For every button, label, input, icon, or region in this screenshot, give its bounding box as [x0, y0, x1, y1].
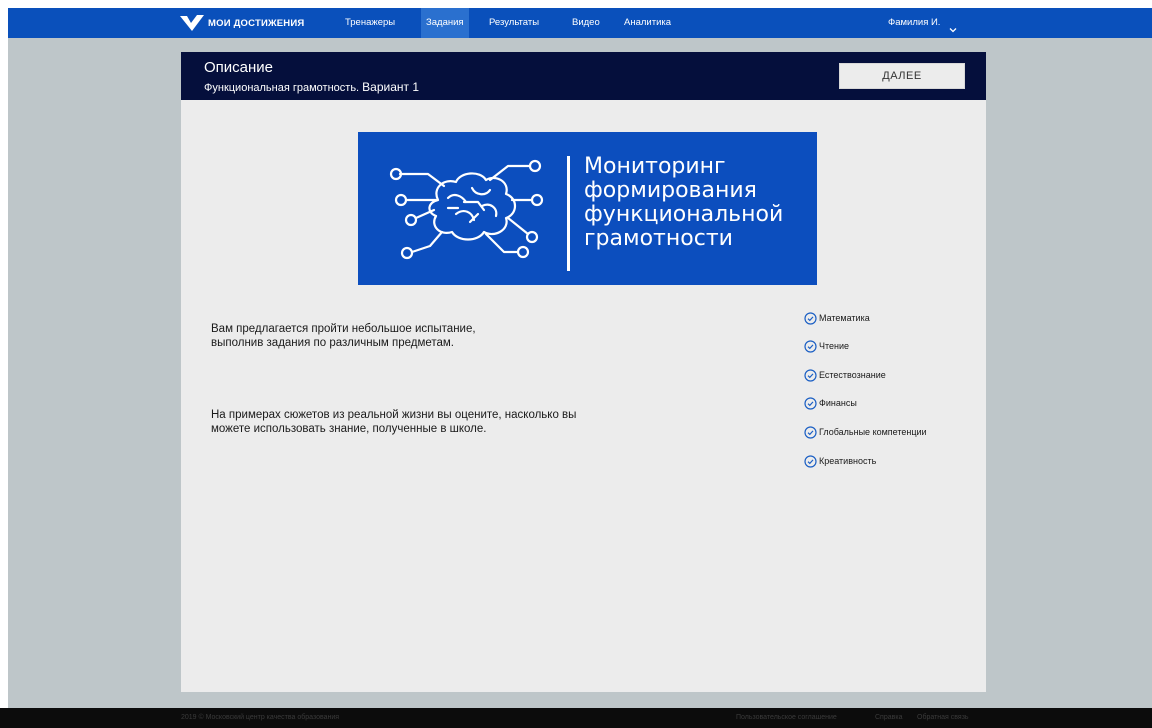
banner-divider [567, 156, 570, 271]
details-paragraph: На примерах сюжетов из реальной жизни вы… [211, 409, 577, 435]
subject-item: Чтение [804, 339, 849, 353]
logo-text: МОИ ДОСТИЖЕНИЯ [208, 17, 305, 29]
footer-link-help[interactable]: Справка [875, 708, 902, 728]
subject-label: Креативность [819, 456, 877, 466]
subject-item: Глобальные компетенции [804, 425, 927, 439]
check-circle-icon [804, 396, 817, 410]
monitoring-banner: Мониторинг формирования функциональной г… [358, 132, 817, 285]
panel-header: Описание Функциональная грамотность. Вар… [181, 52, 986, 100]
banner-line: формирования [584, 178, 757, 203]
nav-link-video[interactable]: Видео [567, 8, 605, 38]
banner-line: функциональной [584, 202, 784, 227]
page-title: Описание [204, 59, 274, 76]
top-navigation: МОИ ДОСТИЖЕНИЯ Тренажеры Задания Результ… [8, 8, 1152, 38]
subject-item: Финансы [804, 396, 857, 410]
check-circle-icon [804, 425, 817, 439]
check-circle-icon [804, 368, 817, 382]
nav-link-analytics[interactable]: Аналитика [619, 8, 676, 38]
subject-label: Чтение [819, 341, 850, 351]
footer-link-feedback[interactable]: Обратная связь [917, 708, 969, 728]
check-circle-icon [804, 454, 817, 468]
nav-link-trainers[interactable]: Тренажеры [340, 8, 400, 38]
page-subtitle: Функциональная грамотность. Вариант 1 [204, 80, 419, 94]
nav-link-tasks[interactable]: Задания [421, 8, 469, 38]
variant-label: Вариант 1 [362, 80, 420, 94]
main-panel: Описание Функциональная грамотность. Вар… [181, 52, 986, 692]
subject-label: Финансы [819, 398, 857, 408]
subject-label: Естествознание [819, 370, 886, 380]
subject-label: Математика [819, 313, 870, 323]
user-menu[interactable]: Фамилия И. [888, 8, 958, 38]
subject-item: Креативность [804, 454, 876, 468]
footer: 2019 © Московский центр качества образов… [0, 708, 1152, 728]
banner-title: Мониторинг формирования функциональной г… [584, 155, 783, 251]
subject-item: Естествознание [804, 368, 886, 382]
banner-line: Мониторинг [584, 154, 726, 179]
copyright-text: 2019 © Московский центр качества образов… [181, 714, 340, 721]
banner-line: грамотности [584, 226, 733, 251]
check-circle-icon [804, 339, 817, 353]
chevron-down-icon [948, 18, 958, 33]
checkmark-logo-icon [180, 14, 204, 32]
brain-circuit-icon [386, 152, 556, 271]
subtitle-text: Функциональная грамотность. [204, 82, 360, 94]
next-button[interactable]: ДАЛЕЕ [839, 63, 965, 89]
logo[interactable]: МОИ ДОСТИЖЕНИЯ [180, 13, 304, 33]
user-name: Фамилия И. [888, 17, 941, 28]
intro-paragraph: Вам предлагается пройти небольшое испыта… [211, 323, 476, 349]
subject-item: Математика [804, 311, 870, 325]
nav-link-results[interactable]: Результаты [484, 8, 544, 38]
footer-link-terms[interactable]: Пользовательское соглашение [736, 708, 837, 728]
check-circle-icon [804, 311, 817, 325]
subject-label: Глобальные компетенции [819, 427, 927, 437]
